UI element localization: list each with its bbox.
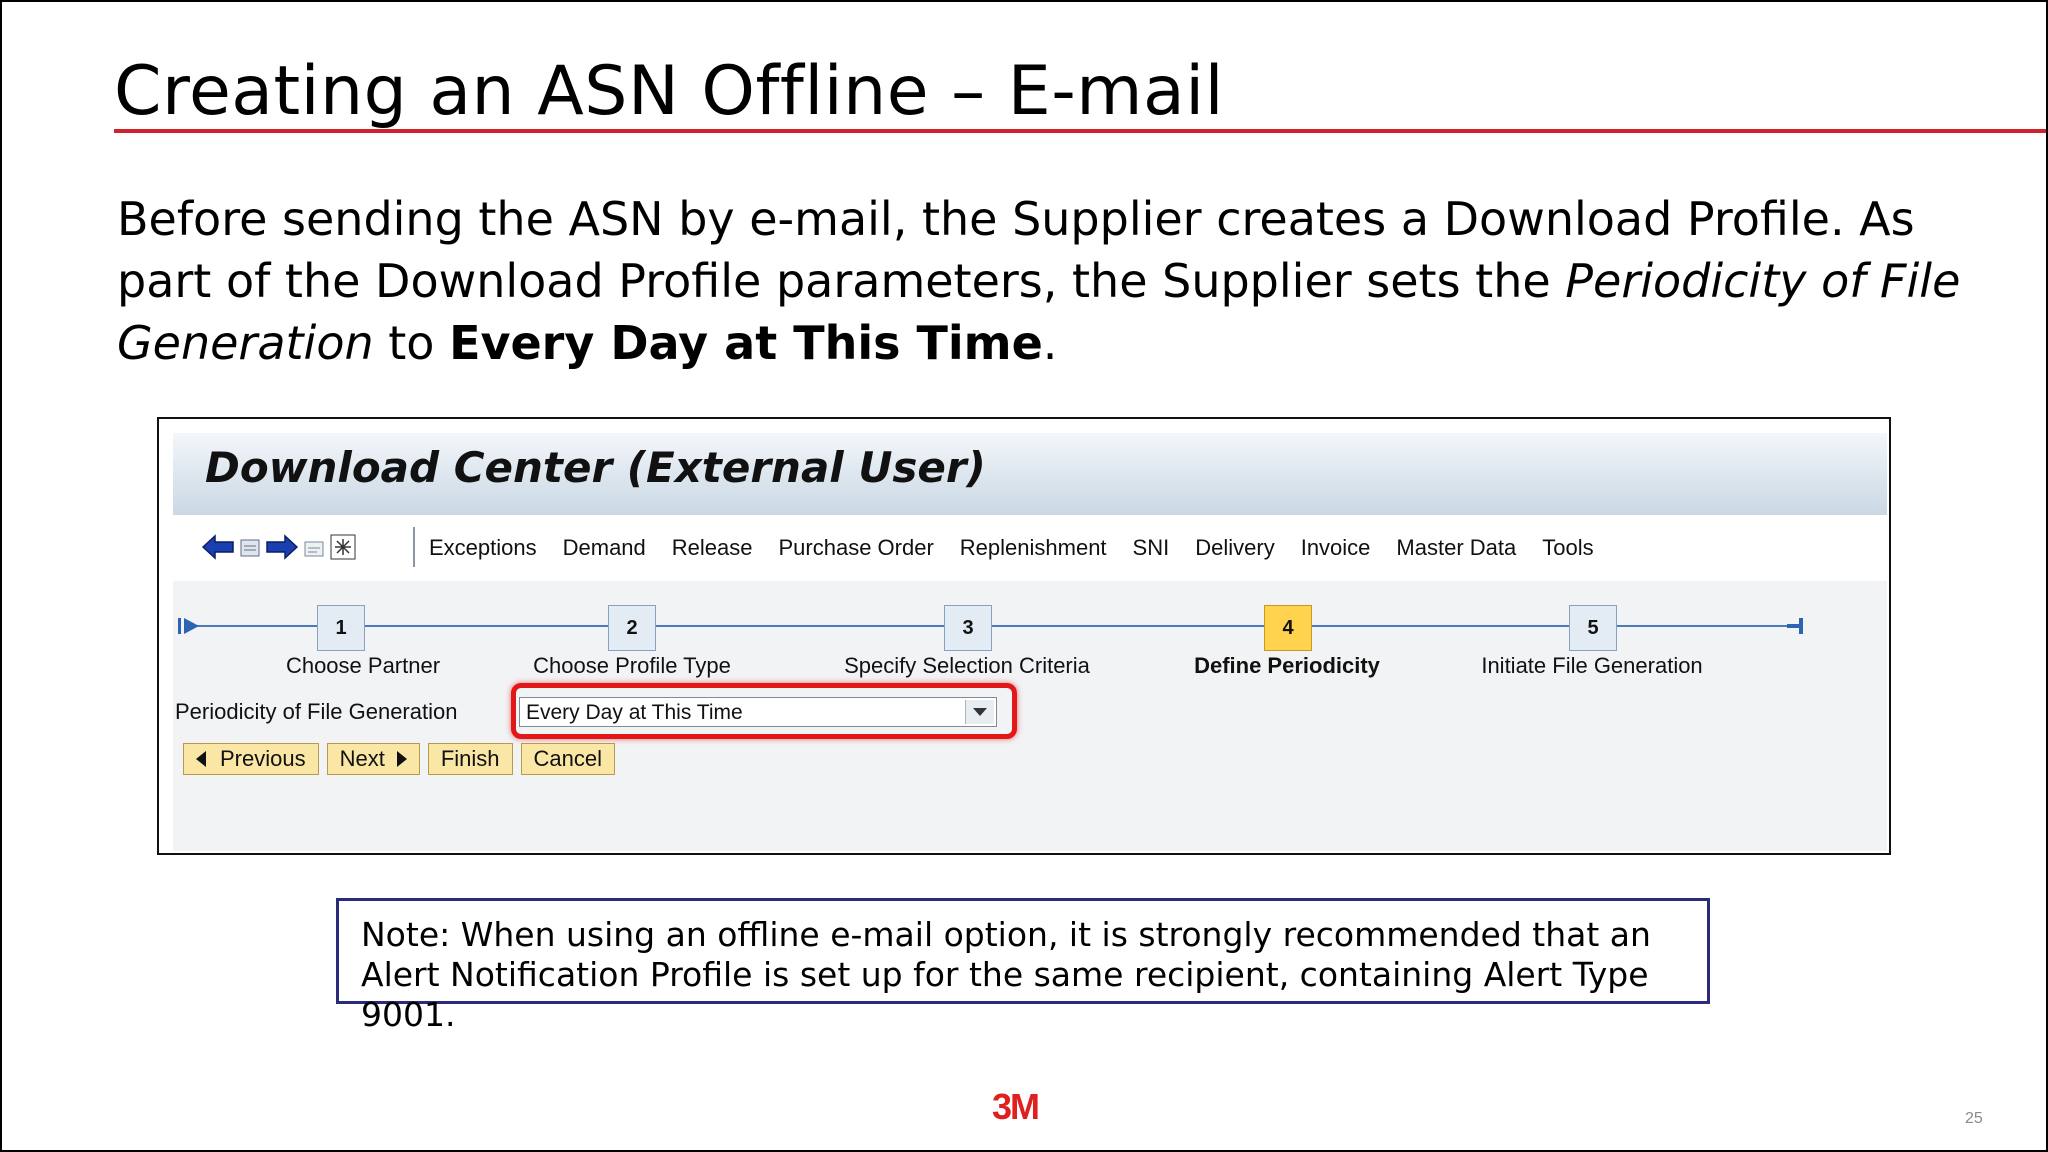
roadmap-start-icon [177,613,203,644]
previous-button[interactable]: Previous [183,743,319,775]
download-center-screenshot: Download Center (External User) Exceptio… [157,417,1891,855]
arrow-right-icon [396,751,407,767]
next-button[interactable]: Next [326,743,420,775]
finish-button-label: Finish [440,746,500,771]
roadmap-step-3[interactable]: 3 [944,605,992,651]
menu-release[interactable]: Release [672,535,753,561]
intro-paragraph: Before sending the ASN by e-mail, the Su… [117,188,1997,374]
intro-text-2: to [373,316,450,370]
roadmap-step-4-label: Define Periodicity [1194,653,1380,678]
menu-tools[interactable]: Tools [1542,535,1593,561]
roadmap-step-2[interactable]: 2 [608,605,656,651]
intro-bold: Every Day at This Time [449,316,1043,370]
roadmap-step-1[interactable]: 1 [317,605,365,651]
roadmap-step-1-label: Choose Partner [285,653,441,678]
menu-delivery[interactable]: Delivery [1195,535,1274,561]
cancel-button[interactable]: Cancel [520,743,616,775]
menu-master-data[interactable]: Master Data [1396,535,1516,561]
roadmap-line [193,625,1791,627]
periodicity-label: Periodicity of File Generation [175,699,458,724]
print-icon[interactable] [303,536,325,563]
slide-title: Creating an ASN Offline – E-mail [114,52,1224,131]
finish-button[interactable]: Finish [427,743,513,775]
app-title: Download Center (External User) [205,443,986,492]
menu-demand[interactable]: Demand [563,535,646,561]
expand-icon[interactable] [329,533,357,566]
note-box: Note: When using an offline e-mail optio… [336,898,1710,1034]
page-number: 25 [1965,1110,1983,1127]
3m-logo: 3M [992,1086,1040,1127]
roadmap-step-4-active[interactable]: 4 [1264,605,1312,651]
roadmap-step-5[interactable]: 5 [1569,605,1617,651]
toolbar-icons [201,529,357,569]
intro-end: . [1042,316,1058,370]
app-header: Download Center (External User) [173,433,1887,516]
wizard-buttons: Previous Next Finish Cancel [183,743,616,775]
highlight-callout [511,683,1017,739]
menu-invoice[interactable]: Invoice [1301,535,1371,561]
roadmap-step-3-label: Specify Selection Criteria [844,653,1090,678]
toolbar-separator [413,527,415,567]
menu-replenishment[interactable]: Replenishment [960,535,1107,561]
forward-arrow-icon[interactable] [265,533,299,566]
next-button-label: Next [339,746,385,771]
app-toolbar: Exceptions Demand Release Purchase Order… [173,515,1887,581]
save-icon[interactable] [239,536,261,563]
roadmap-step-2-label: Choose Profile Type [533,653,731,678]
cancel-button-label: Cancel [533,746,603,771]
back-arrow-icon[interactable] [201,533,235,566]
arrow-left-icon [196,751,206,767]
menu-exceptions[interactable]: Exceptions [429,535,537,561]
previous-button-label: Previous [220,746,306,771]
wizard-area: 1 Choose Partner 2 Choose Profile Type 3… [173,581,1887,851]
roadmap-end-icon [1781,613,1807,644]
menu-bar: Exceptions Demand Release Purchase Order… [429,515,1620,581]
title-rule [114,129,2046,133]
roadmap-step-5-label: Initiate File Generation [1481,653,1703,678]
menu-purchase-order[interactable]: Purchase Order [779,535,934,561]
menu-sni[interactable]: SNI [1133,535,1170,561]
